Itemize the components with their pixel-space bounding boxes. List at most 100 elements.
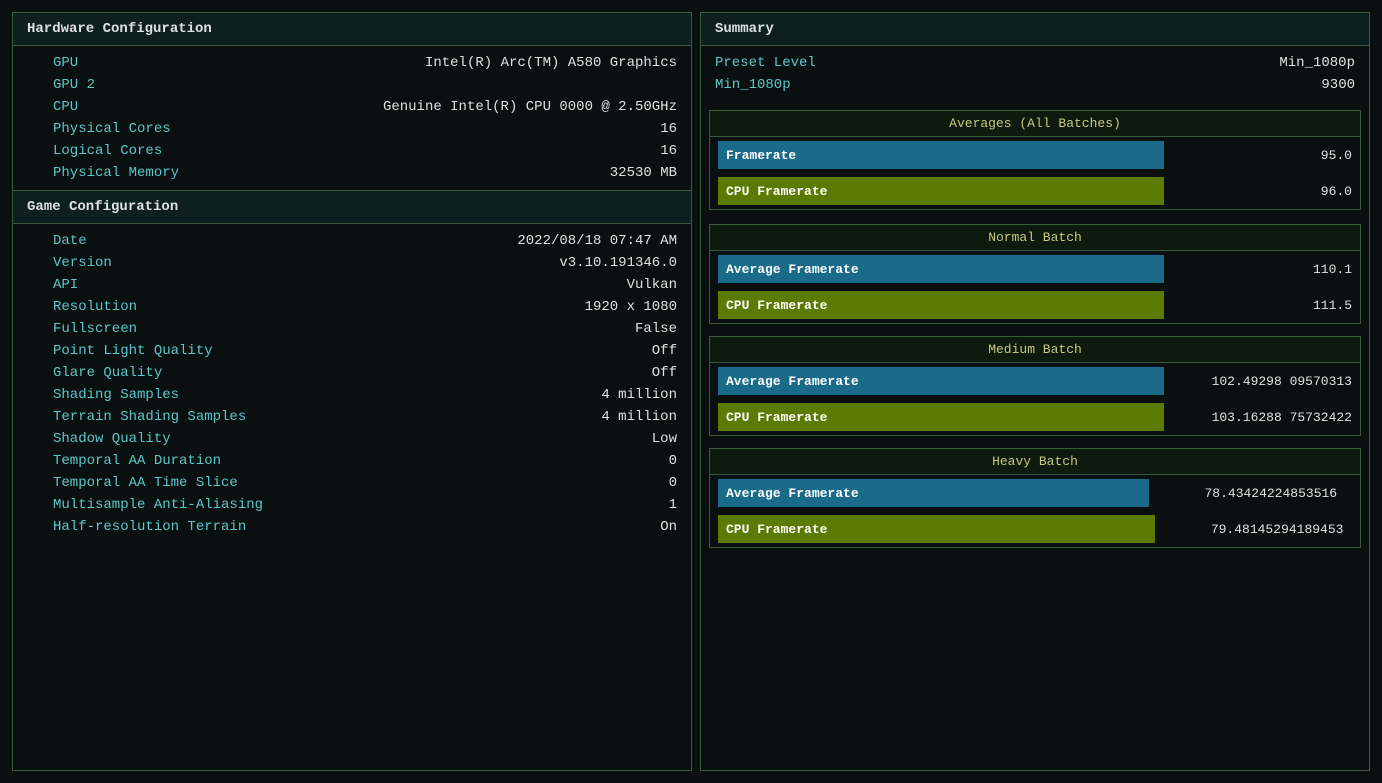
min-1080p-value: 9300 <box>1321 77 1355 93</box>
shading-label: Shading Samples <box>53 387 179 403</box>
shading-value: 4 million <box>601 387 677 403</box>
normal-avg-value: 110.1 <box>1172 262 1352 277</box>
heavy-cpu-bar-label: CPU Framerate <box>718 515 835 543</box>
hardware-content: GPU Intel(R) Arc(TM) A580 Graphics GPU 2… <box>13 46 691 190</box>
hardware-title: Hardware Configuration <box>27 21 212 37</box>
physical-cores-row: Physical Cores 16 <box>13 118 691 140</box>
half-res-terrain-row: Half-resolution Terrain On <box>13 516 691 538</box>
heavy-avg-row: Average Framerate 78.43424224853516 <box>710 475 1360 511</box>
normal-batch-title: Normal Batch <box>988 230 1082 245</box>
game-title: Game Configuration <box>27 199 178 215</box>
version-label: Version <box>53 255 112 271</box>
app-container: Hardware Configuration GPU Intel(R) Arc(… <box>0 0 1382 783</box>
preset-level-row: Preset Level Min_1080p <box>715 52 1355 74</box>
terrain-shading-row: Terrain Shading Samples 4 million <box>13 406 691 428</box>
api-label: API <box>53 277 78 293</box>
avg-framerate-row: Framerate 95.0 <box>710 137 1360 173</box>
resolution-label: Resolution <box>53 299 137 315</box>
gpu-value: Intel(R) Arc(TM) A580 Graphics <box>425 55 677 71</box>
point-light-row: Point Light Quality Off <box>13 340 691 362</box>
glare-value: Off <box>652 365 677 381</box>
avg-framerate-value: 95.0 <box>1172 148 1352 163</box>
temporal-aa-duration-value: 0 <box>669 453 677 469</box>
averages-section: Averages (All Batches) Framerate 95.0 CP… <box>709 110 1361 210</box>
terrain-shading-value: 4 million <box>601 409 677 425</box>
game-content: Date 2022/08/18 07:47 AM Version v3.10.1… <box>13 224 691 544</box>
version-value: v3.10.191346.0 <box>559 255 677 271</box>
shadow-quality-row: Shadow Quality Low <box>13 428 691 450</box>
medium-avg-bar: Average Framerate <box>718 367 1164 395</box>
medium-avg-value: 102.49298 09570313 <box>1172 374 1352 389</box>
medium-batch-header: Medium Batch <box>710 337 1360 363</box>
game-section: Game Configuration Date 2022/08/18 07:47… <box>13 191 691 770</box>
normal-cpu-bar-label: CPU Framerate <box>718 291 835 319</box>
gpu2-row: GPU 2 <box>13 74 691 96</box>
fullscreen-label: Fullscreen <box>53 321 137 337</box>
terrain-shading-label: Terrain Shading Samples <box>53 409 246 425</box>
half-res-terrain-label: Half-resolution Terrain <box>53 519 246 535</box>
shadow-quality-label: Shadow Quality <box>53 431 171 447</box>
normal-avg-bar-label: Average Framerate <box>718 255 867 283</box>
msaa-row: Multisample Anti-Aliasing 1 <box>13 494 691 516</box>
avg-framerate-bar: Framerate <box>718 141 1164 169</box>
api-row: API Vulkan <box>13 274 691 296</box>
heavy-batch-header: Heavy Batch <box>710 449 1360 475</box>
heavy-avg-bar-label: Average Framerate <box>718 479 867 507</box>
gpu-row: GPU Intel(R) Arc(TM) A580 Graphics <box>13 52 691 74</box>
temporal-aa-slice-value: 0 <box>669 475 677 491</box>
heavy-cpu-bar: CPU Framerate <box>718 515 1155 543</box>
logical-cores-value: 16 <box>660 143 677 159</box>
fullscreen-row: Fullscreen False <box>13 318 691 340</box>
game-header: Game Configuration <box>13 191 691 224</box>
glare-row: Glare Quality Off <box>13 362 691 384</box>
medium-cpu-bar-label: CPU Framerate <box>718 403 835 431</box>
summary-content: Preset Level Min_1080p Min_1080p 9300 <box>701 46 1369 102</box>
msaa-value: 1 <box>669 497 677 513</box>
physical-cores-value: 16 <box>660 121 677 137</box>
resolution-value: 1920 x 1080 <box>585 299 677 315</box>
preset-level-label: Preset Level <box>715 55 816 71</box>
avg-cpu-framerate-bar-label: CPU Framerate <box>718 177 835 205</box>
medium-cpu-value: 103.16288 75732422 <box>1172 410 1352 425</box>
normal-avg-bar: Average Framerate <box>718 255 1164 283</box>
api-value: Vulkan <box>627 277 677 293</box>
normal-avg-row: Average Framerate 110.1 <box>710 251 1360 287</box>
medium-avg-bar-label: Average Framerate <box>718 367 867 395</box>
physical-memory-row: Physical Memory 32530 MB <box>13 162 691 184</box>
medium-avg-row: Average Framerate 102.49298 09570313 <box>710 363 1360 399</box>
preset-level-value: Min_1080p <box>1279 55 1355 71</box>
date-label: Date <box>53 233 87 249</box>
temporal-aa-slice-row: Temporal AA Time Slice 0 <box>13 472 691 494</box>
half-res-terrain-value: On <box>660 519 677 535</box>
right-panel: Summary Preset Level Min_1080p Min_1080p… <box>700 12 1370 771</box>
shadow-quality-value: Low <box>652 431 677 447</box>
medium-batch-section: Medium Batch Average Framerate 102.49298… <box>709 336 1361 436</box>
cpu-label: CPU <box>53 99 78 115</box>
normal-cpu-value: 111.5 <box>1172 298 1352 313</box>
point-light-value: Off <box>652 343 677 359</box>
avg-framerate-bar-label: Framerate <box>718 141 804 169</box>
shading-row: Shading Samples 4 million <box>13 384 691 406</box>
glare-label: Glare Quality <box>53 365 162 381</box>
temporal-aa-duration-label: Temporal AA Duration <box>53 453 221 469</box>
heavy-avg-value: 78.43424224853516 <box>1157 486 1337 501</box>
gpu-label: GPU <box>53 55 78 71</box>
averages-header: Averages (All Batches) <box>710 111 1360 137</box>
heavy-cpu-value: 79.48145294189453 <box>1163 522 1343 537</box>
heavy-cpu-row: CPU Framerate 79.48145294189453 <box>710 511 1360 547</box>
fullscreen-value: False <box>635 321 677 337</box>
version-row: Version v3.10.191346.0 <box>13 252 691 274</box>
avg-cpu-framerate-bar: CPU Framerate <box>718 177 1164 205</box>
medium-batch-title: Medium Batch <box>988 342 1082 357</box>
cpu-value: Genuine Intel(R) CPU 0000 @ 2.50GHz <box>383 99 677 115</box>
normal-batch-section: Normal Batch Average Framerate 110.1 CPU… <box>709 224 1361 324</box>
resolution-row: Resolution 1920 x 1080 <box>13 296 691 318</box>
min-1080p-row: Min_1080p 9300 <box>715 74 1355 96</box>
msaa-label: Multisample Anti-Aliasing <box>53 497 263 513</box>
date-value: 2022/08/18 07:47 AM <box>517 233 677 249</box>
temporal-aa-slice-label: Temporal AA Time Slice <box>53 475 238 491</box>
physical-memory-label: Physical Memory <box>53 165 179 181</box>
hardware-section: Hardware Configuration GPU Intel(R) Arc(… <box>13 13 691 191</box>
gpu2-label: GPU 2 <box>53 77 95 93</box>
summary-title: Summary <box>715 21 774 37</box>
